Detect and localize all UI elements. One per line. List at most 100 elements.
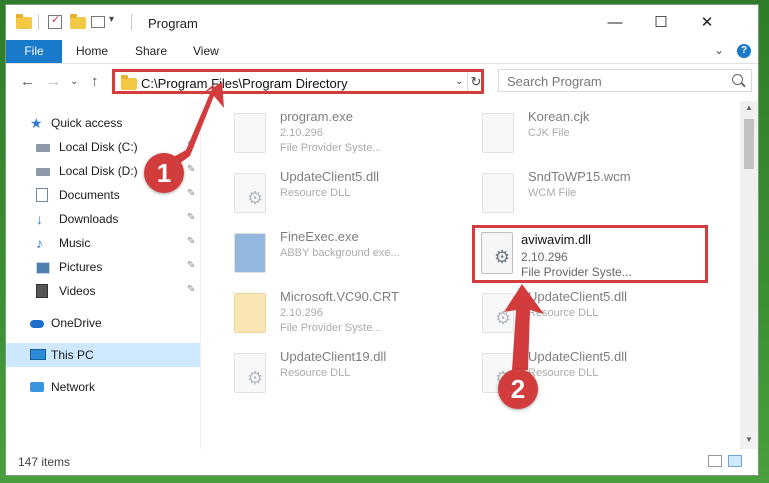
star-icon: ★ bbox=[30, 115, 43, 131]
close-button[interactable]: ✕ bbox=[684, 11, 730, 35]
chevron-down-icon[interactable]: ▾ bbox=[109, 14, 114, 32]
sidebar-item-label: This PC bbox=[51, 348, 94, 362]
dll-icon: ⚙ bbox=[481, 232, 513, 274]
address-bar[interactable]: C:\Program Files\Program Directory ⌄ ↻ bbox=[112, 69, 484, 94]
dll-icon: ⚙ bbox=[234, 173, 266, 213]
sidebar-item-downloads[interactable]: ↓ Downloads ✎ bbox=[6, 207, 200, 231]
file-item[interactable]: SndToWP15.wcm WCM File bbox=[474, 167, 710, 223]
sidebar-item-network[interactable]: Network bbox=[6, 375, 200, 399]
highlighted-file-item[interactable]: ⚙ aviwavim.dll 2.10.296 File Provider Sy… bbox=[472, 225, 708, 283]
file-detail: File Provider Syste... bbox=[280, 142, 382, 154]
file-name: UpdateClient5.dll bbox=[280, 169, 380, 184]
sidebar-item-quick-access[interactable]: ★ Quick access bbox=[6, 111, 200, 135]
dll-icon: ⚙ bbox=[482, 293, 514, 333]
vertical-scrollbar[interactable]: ▲ ▼ bbox=[740, 101, 758, 449]
network-icon bbox=[30, 382, 44, 392]
scroll-thumb[interactable] bbox=[744, 119, 754, 169]
folder-icon bbox=[16, 14, 32, 32]
file-name: UpdateClient5.dll bbox=[528, 349, 628, 364]
tab-view[interactable]: View bbox=[193, 40, 219, 63]
sidebar-item-label: Music bbox=[59, 236, 91, 250]
pin-icon: ✎ bbox=[187, 212, 196, 223]
folder-icon bbox=[234, 293, 266, 333]
file-name: UpdateClient19.dll bbox=[280, 349, 387, 364]
sidebar-item-pictures[interactable]: Pictures ✎ bbox=[6, 255, 200, 279]
view-icon[interactable] bbox=[91, 16, 105, 28]
divider bbox=[131, 14, 132, 30]
file-name: Microsoft.VC90.CRT bbox=[280, 289, 399, 304]
tiles-view-button[interactable] bbox=[728, 455, 742, 467]
scroll-down-icon[interactable]: ▼ bbox=[740, 435, 758, 444]
disk-icon bbox=[36, 144, 50, 152]
file-name: program.exe bbox=[280, 109, 353, 124]
minimize-button[interactable]: — bbox=[592, 11, 638, 35]
sidebar-item-label: Downloads bbox=[59, 212, 119, 226]
address-path[interactable]: C:\Program Files\Program Directory bbox=[141, 76, 348, 91]
ribbon: File Home Share View ⌄ ? bbox=[6, 39, 758, 64]
expand-ribbon-icon[interactable]: ⌄ bbox=[714, 43, 724, 57]
maximize-button[interactable]: ☐ bbox=[638, 11, 684, 35]
pin-icon: ✎ bbox=[187, 260, 196, 271]
back-button[interactable]: ← bbox=[20, 73, 35, 90]
recent-locations-button[interactable]: ⌄ bbox=[70, 76, 78, 87]
forward-button[interactable]: → bbox=[46, 73, 61, 90]
file-detail: Resource DLL bbox=[280, 187, 351, 199]
step-badge-2: 2 bbox=[498, 369, 538, 409]
file-detail: 2.10.296 bbox=[280, 307, 323, 319]
file-name: SndToWP15.wcm bbox=[528, 169, 631, 184]
search-input[interactable]: Search Program bbox=[498, 69, 752, 92]
up-button[interactable]: ↑ bbox=[91, 73, 99, 90]
videos-icon bbox=[36, 284, 48, 298]
file-icon bbox=[482, 173, 514, 213]
file-item[interactable]: ⚙ UpdateClient5.dll Resource DLL bbox=[474, 287, 710, 343]
item-count: 147 items bbox=[18, 455, 71, 469]
documents-icon bbox=[36, 188, 48, 202]
file-item[interactable]: ⚙ UpdateClient5.dll Resource DLL bbox=[226, 167, 462, 223]
file-version: 2.10.296 bbox=[521, 250, 568, 264]
sidebar-item-label: Quick access bbox=[51, 116, 123, 130]
new-folder-icon[interactable] bbox=[70, 14, 86, 32]
disk-icon bbox=[36, 168, 50, 176]
onedrive-icon bbox=[30, 320, 44, 328]
tab-share[interactable]: Share bbox=[135, 40, 167, 63]
step-badge-1: 1 bbox=[144, 153, 184, 193]
pin-icon: ✎ bbox=[187, 236, 196, 247]
status-bar: 147 items bbox=[6, 449, 758, 475]
window-title: Program bbox=[148, 16, 198, 31]
sidebar-item-label: Videos bbox=[59, 284, 96, 298]
sidebar-item-label: OneDrive bbox=[51, 316, 102, 330]
file-icon bbox=[482, 113, 514, 153]
sidebar-item-this-pc[interactable]: This PC bbox=[6, 343, 200, 367]
file-item[interactable]: ⚙ UpdateClient19.dll Resource DLL bbox=[226, 347, 462, 403]
file-item[interactable]: program.exe 2.10.296 File Provider Syste… bbox=[226, 107, 462, 163]
chevron-down-icon[interactable]: ⌄ bbox=[455, 76, 463, 87]
file-item[interactable]: FineExec.exe ABBY background exe... bbox=[226, 227, 462, 283]
pictures-icon bbox=[36, 262, 50, 274]
search-placeholder: Search Program bbox=[507, 74, 602, 89]
help-icon[interactable]: ? bbox=[737, 44, 751, 58]
sidebar-item-label: Local Disk (C:) bbox=[59, 140, 138, 154]
file-name: UpdateClient5.dll bbox=[528, 289, 628, 304]
properties-icon[interactable]: ✓ bbox=[48, 14, 62, 29]
details-view-button[interactable] bbox=[708, 455, 722, 467]
file-detail: CJK File bbox=[528, 127, 570, 139]
music-icon: ♪ bbox=[36, 235, 43, 251]
pin-icon: ✎ bbox=[187, 188, 196, 199]
refresh-button[interactable]: ↻ bbox=[467, 72, 484, 91]
divider bbox=[38, 14, 39, 30]
sidebar-item-videos[interactable]: Videos ✎ bbox=[6, 279, 200, 303]
tab-home[interactable]: Home bbox=[76, 40, 108, 63]
file-detail: Resource DLL bbox=[528, 367, 599, 379]
scroll-up-icon[interactable]: ▲ bbox=[740, 103, 758, 112]
sidebar-item-onedrive[interactable]: OneDrive bbox=[6, 311, 200, 335]
pc-icon bbox=[30, 349, 46, 360]
file-item[interactable]: Korean.cjk CJK File bbox=[474, 107, 710, 163]
file-item[interactable]: Microsoft.VC90.CRT 2.10.296 File Provide… bbox=[226, 287, 462, 343]
file-detail: ABBY background exe... bbox=[280, 247, 400, 259]
pin-icon: ✎ bbox=[187, 140, 196, 151]
sidebar-item-music[interactable]: ♪ Music ✎ bbox=[6, 231, 200, 255]
tab-file[interactable]: File bbox=[6, 40, 62, 63]
folder-icon bbox=[121, 75, 137, 90]
title-bar: ✓ ▾ Program — ☐ ✕ bbox=[6, 5, 758, 39]
sidebar-item-label: Pictures bbox=[59, 260, 103, 274]
